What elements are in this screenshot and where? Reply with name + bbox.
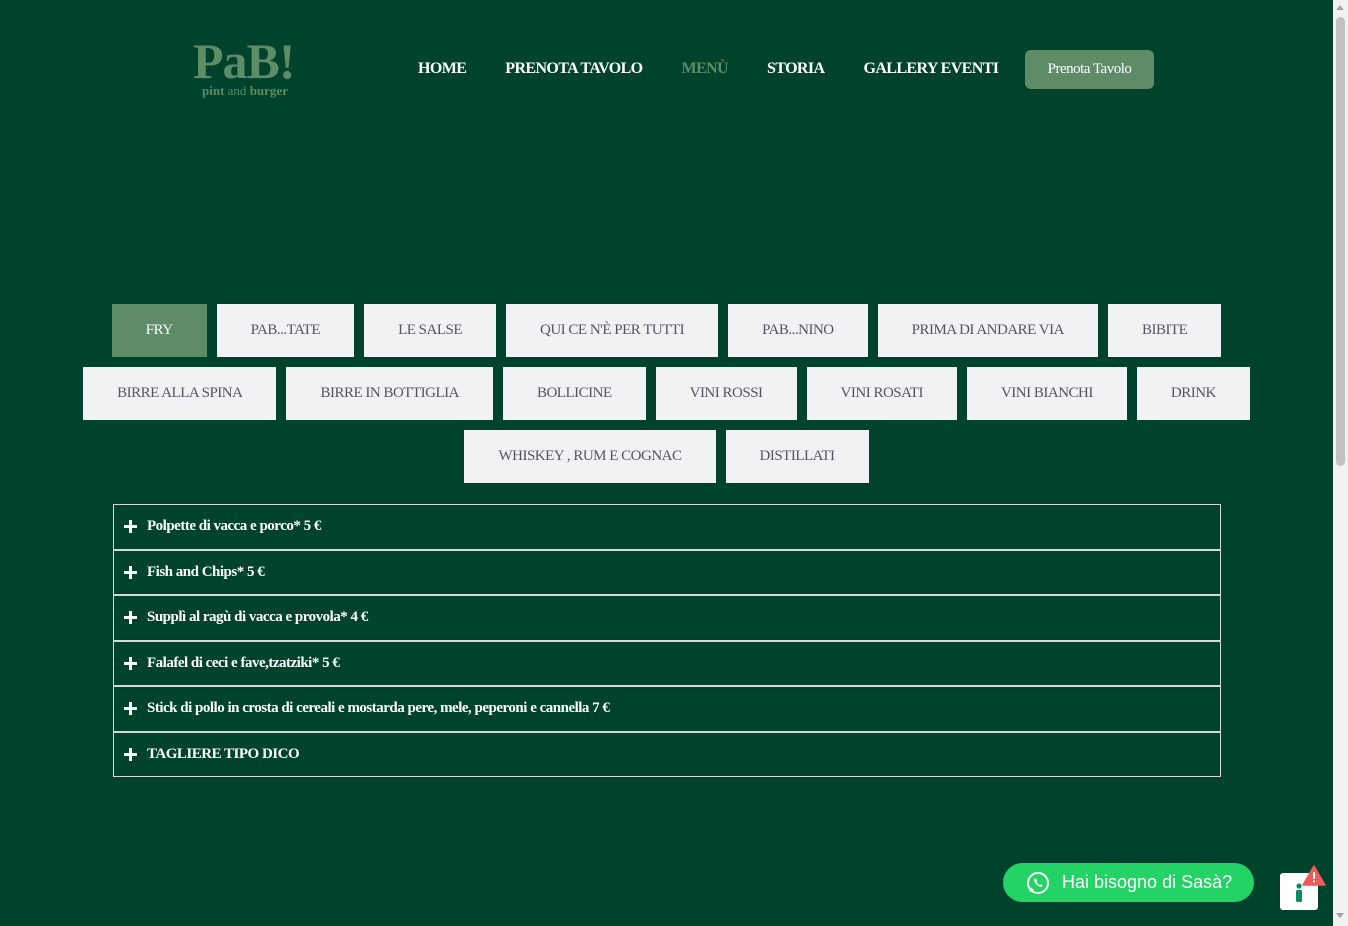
logo-main: PaB! (193, 33, 296, 89)
accordion-item-title: Supplì al ragù di vacca e provola* 4 € (147, 609, 368, 626)
plus-icon (124, 565, 137, 579)
tab-vini-rosati[interactable]: VINI ROSATI (806, 367, 957, 420)
tab-fry[interactable]: FRY (111, 304, 207, 357)
whatsapp-icon (1027, 871, 1049, 894)
scroll-up-icon[interactable] (1336, 5, 1344, 10)
nav-menu[interactable]: MENÙ (682, 57, 729, 81)
accessibility-widget[interactable] (1280, 865, 1326, 910)
page: PaB! pint and burger HOME PRENOTA TAVOLO… (0, 0, 1333, 926)
alert-icon (1302, 865, 1326, 886)
logo[interactable]: PaB! pint and burger (193, 36, 303, 102)
tab-bollicine[interactable]: BOLLICINE (502, 367, 646, 420)
tab-bibite[interactable]: BIBITE (1107, 304, 1222, 357)
logo-tagline: pint and burger (202, 83, 288, 98)
scrollbar-thumb[interactable] (1336, 17, 1345, 466)
tab-pabtate[interactable]: PaB...TATE (216, 304, 355, 357)
plus-icon (124, 702, 137, 716)
accordion-item-title: TAGLIERE TIPO DICO (147, 745, 300, 762)
accordion-item[interactable]: Fish and Chips* 5 € (113, 549, 1221, 595)
menu-tabs-row-2: BIRRE ALLA SPINA BIRRE IN BOTTIGLIA BOLL… (0, 367, 1333, 420)
plus-icon (124, 656, 137, 670)
accordion-item-title: Fish and Chips* 5 € (147, 563, 265, 580)
accordion-item-title: Falafel di ceci e fave,tzatziki* 5 € (147, 654, 340, 671)
accordion-item[interactable]: Polpette di vacca e porco* 5 € (113, 504, 1221, 550)
accordion-item[interactable]: Stick di pollo in crosta di cereali e mo… (113, 686, 1221, 732)
accordion-item-title: Polpette di vacca e porco* 5 € (147, 518, 321, 535)
nav-storia[interactable]: STORIA (767, 57, 825, 81)
menu-tabs-row-3: WHISKEY , RUM e COGNAC DISTILLATI (0, 430, 1333, 483)
tab-prima-di-andare-via[interactable]: PRIMA DI ANDARE VIA (877, 304, 1098, 357)
page-scrollbar[interactable] (1333, 0, 1348, 926)
tab-drink[interactable]: DRINK (1136, 367, 1250, 420)
whatsapp-chat-label: Hai bisogno di Sasà? (1062, 872, 1233, 892)
tab-vini-bianchi[interactable]: VINI BIANCHI (966, 367, 1127, 420)
menu-tabs-row-1: FRY PaB...TATE LE SALSE QUI CE N'È PER T… (0, 304, 1333, 357)
tab-pabnino[interactable]: PaB...NINO (728, 304, 868, 357)
accordion-item[interactable]: Falafel di ceci e fave,tzatziki* 5 € (113, 640, 1221, 686)
tab-birre-in-bottiglia[interactable]: BIRRE IN BOTTIGLIA (286, 367, 493, 420)
tab-whiskey-rum-cognac[interactable]: WHISKEY , RUM e COGNAC (464, 430, 716, 483)
plus-icon (124, 747, 137, 761)
nav-prenota-tavolo[interactable]: PRENOTA TAVOLO (505, 57, 643, 81)
tab-distillati[interactable]: DISTILLATI (725, 430, 869, 483)
tab-birre-alla-spina[interactable]: BIRRE ALLA SPINA (83, 367, 277, 420)
plus-icon (124, 520, 137, 534)
tab-qui-ce-ne-per-tutti[interactable]: QUI CE N'È PER TUTTI (506, 304, 719, 357)
prenota-tavolo-button[interactable]: Prenota Tavolo (1025, 50, 1154, 89)
main-nav: HOME PRENOTA TAVOLO MENÙ STORIA GALLERY … (418, 57, 1037, 81)
menu-accordion: Polpette di vacca e porco* 5 € Fish and … (113, 504, 1221, 777)
plus-icon (124, 611, 137, 625)
tab-vini-rossi[interactable]: VINI ROSSI (655, 367, 797, 420)
accordion-item[interactable]: TAGLIERE TIPO DICO (113, 731, 1221, 777)
accordion-item-title: Stick di pollo in crosta di cereali e mo… (147, 700, 610, 717)
whatsapp-chat-button[interactable]: Hai bisogno di Sasà? (1003, 863, 1254, 902)
nav-gallery-eventi[interactable]: GALLERY EVENTI (863, 57, 999, 81)
tab-le-salse[interactable]: LE SALSE (364, 304, 496, 357)
scroll-down-icon[interactable] (1336, 913, 1344, 918)
nav-home[interactable]: HOME (418, 57, 467, 81)
accordion-item[interactable]: Supplì al ragù di vacca e provola* 4 € (113, 595, 1221, 641)
